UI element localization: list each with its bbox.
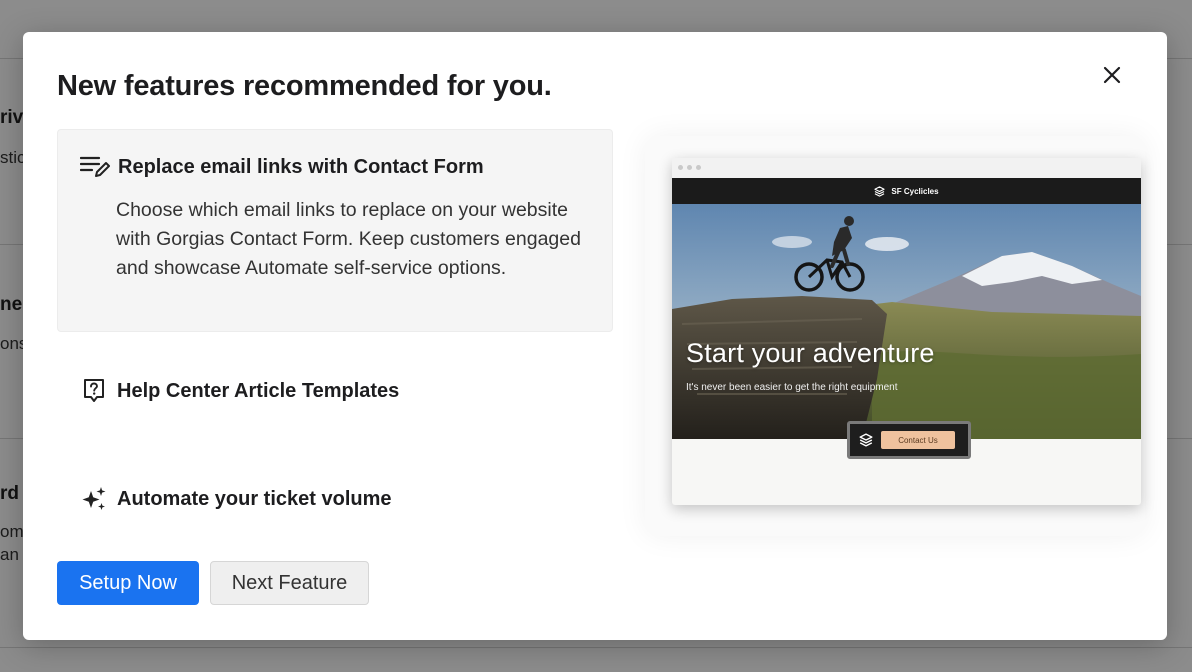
window-dot-icon [687, 165, 692, 170]
feature-title: Replace email links with Contact Form [118, 155, 484, 178]
feature-recommendation-modal: New features recommended for you. Replac… [23, 32, 1167, 640]
browser-chrome [672, 158, 1141, 178]
brand-logo-icon [859, 433, 873, 447]
preview-contact-button: Contact Us [881, 431, 955, 449]
modal-title: New features recommended for you. [57, 70, 552, 102]
window-dot-icon [678, 165, 683, 170]
feature-item-help-center[interactable]: Help Center Article Templates [57, 372, 613, 416]
feature-item-automate[interactable]: Automate your ticket volume [57, 482, 613, 526]
setup-now-button[interactable]: Setup Now [57, 561, 199, 605]
feature-title: Automate your ticket volume [117, 487, 392, 510]
close-button[interactable] [1097, 60, 1127, 90]
preview-subheadline: It's never been easier to get the right … [686, 382, 898, 393]
feature-header[interactable]: Help Center Article Templates [79, 378, 399, 404]
sparkles-icon [79, 486, 109, 512]
help-article-icon [79, 378, 109, 404]
preview-headline: Start your adventure [686, 338, 935, 368]
feature-card-contact-form[interactable]: Replace email links with Contact Form Ch… [57, 129, 613, 332]
edit-list-icon [80, 154, 110, 180]
preview-navbar: SF Cyclicles [672, 178, 1141, 204]
feature-description: Choose which email links to replace on y… [116, 199, 581, 279]
close-icon [1103, 66, 1121, 84]
brand-logo-icon [874, 185, 886, 197]
feature-title: Help Center Article Templates [117, 379, 400, 402]
window-dot-icon [696, 165, 701, 170]
preview-brand: SF Cyclicles [891, 186, 939, 196]
preview-contact-widget: Contact Us [847, 421, 971, 459]
feature-header[interactable]: Automate your ticket volume [79, 486, 392, 512]
feature-header[interactable]: Replace email links with Contact Form [80, 154, 484, 180]
next-feature-button[interactable]: Next Feature [210, 561, 369, 605]
preview-hero-image: Start your adventure It's never been eas… [672, 204, 1141, 439]
website-preview: SF Cyclicles Start your adventure It's n… [672, 158, 1141, 505]
